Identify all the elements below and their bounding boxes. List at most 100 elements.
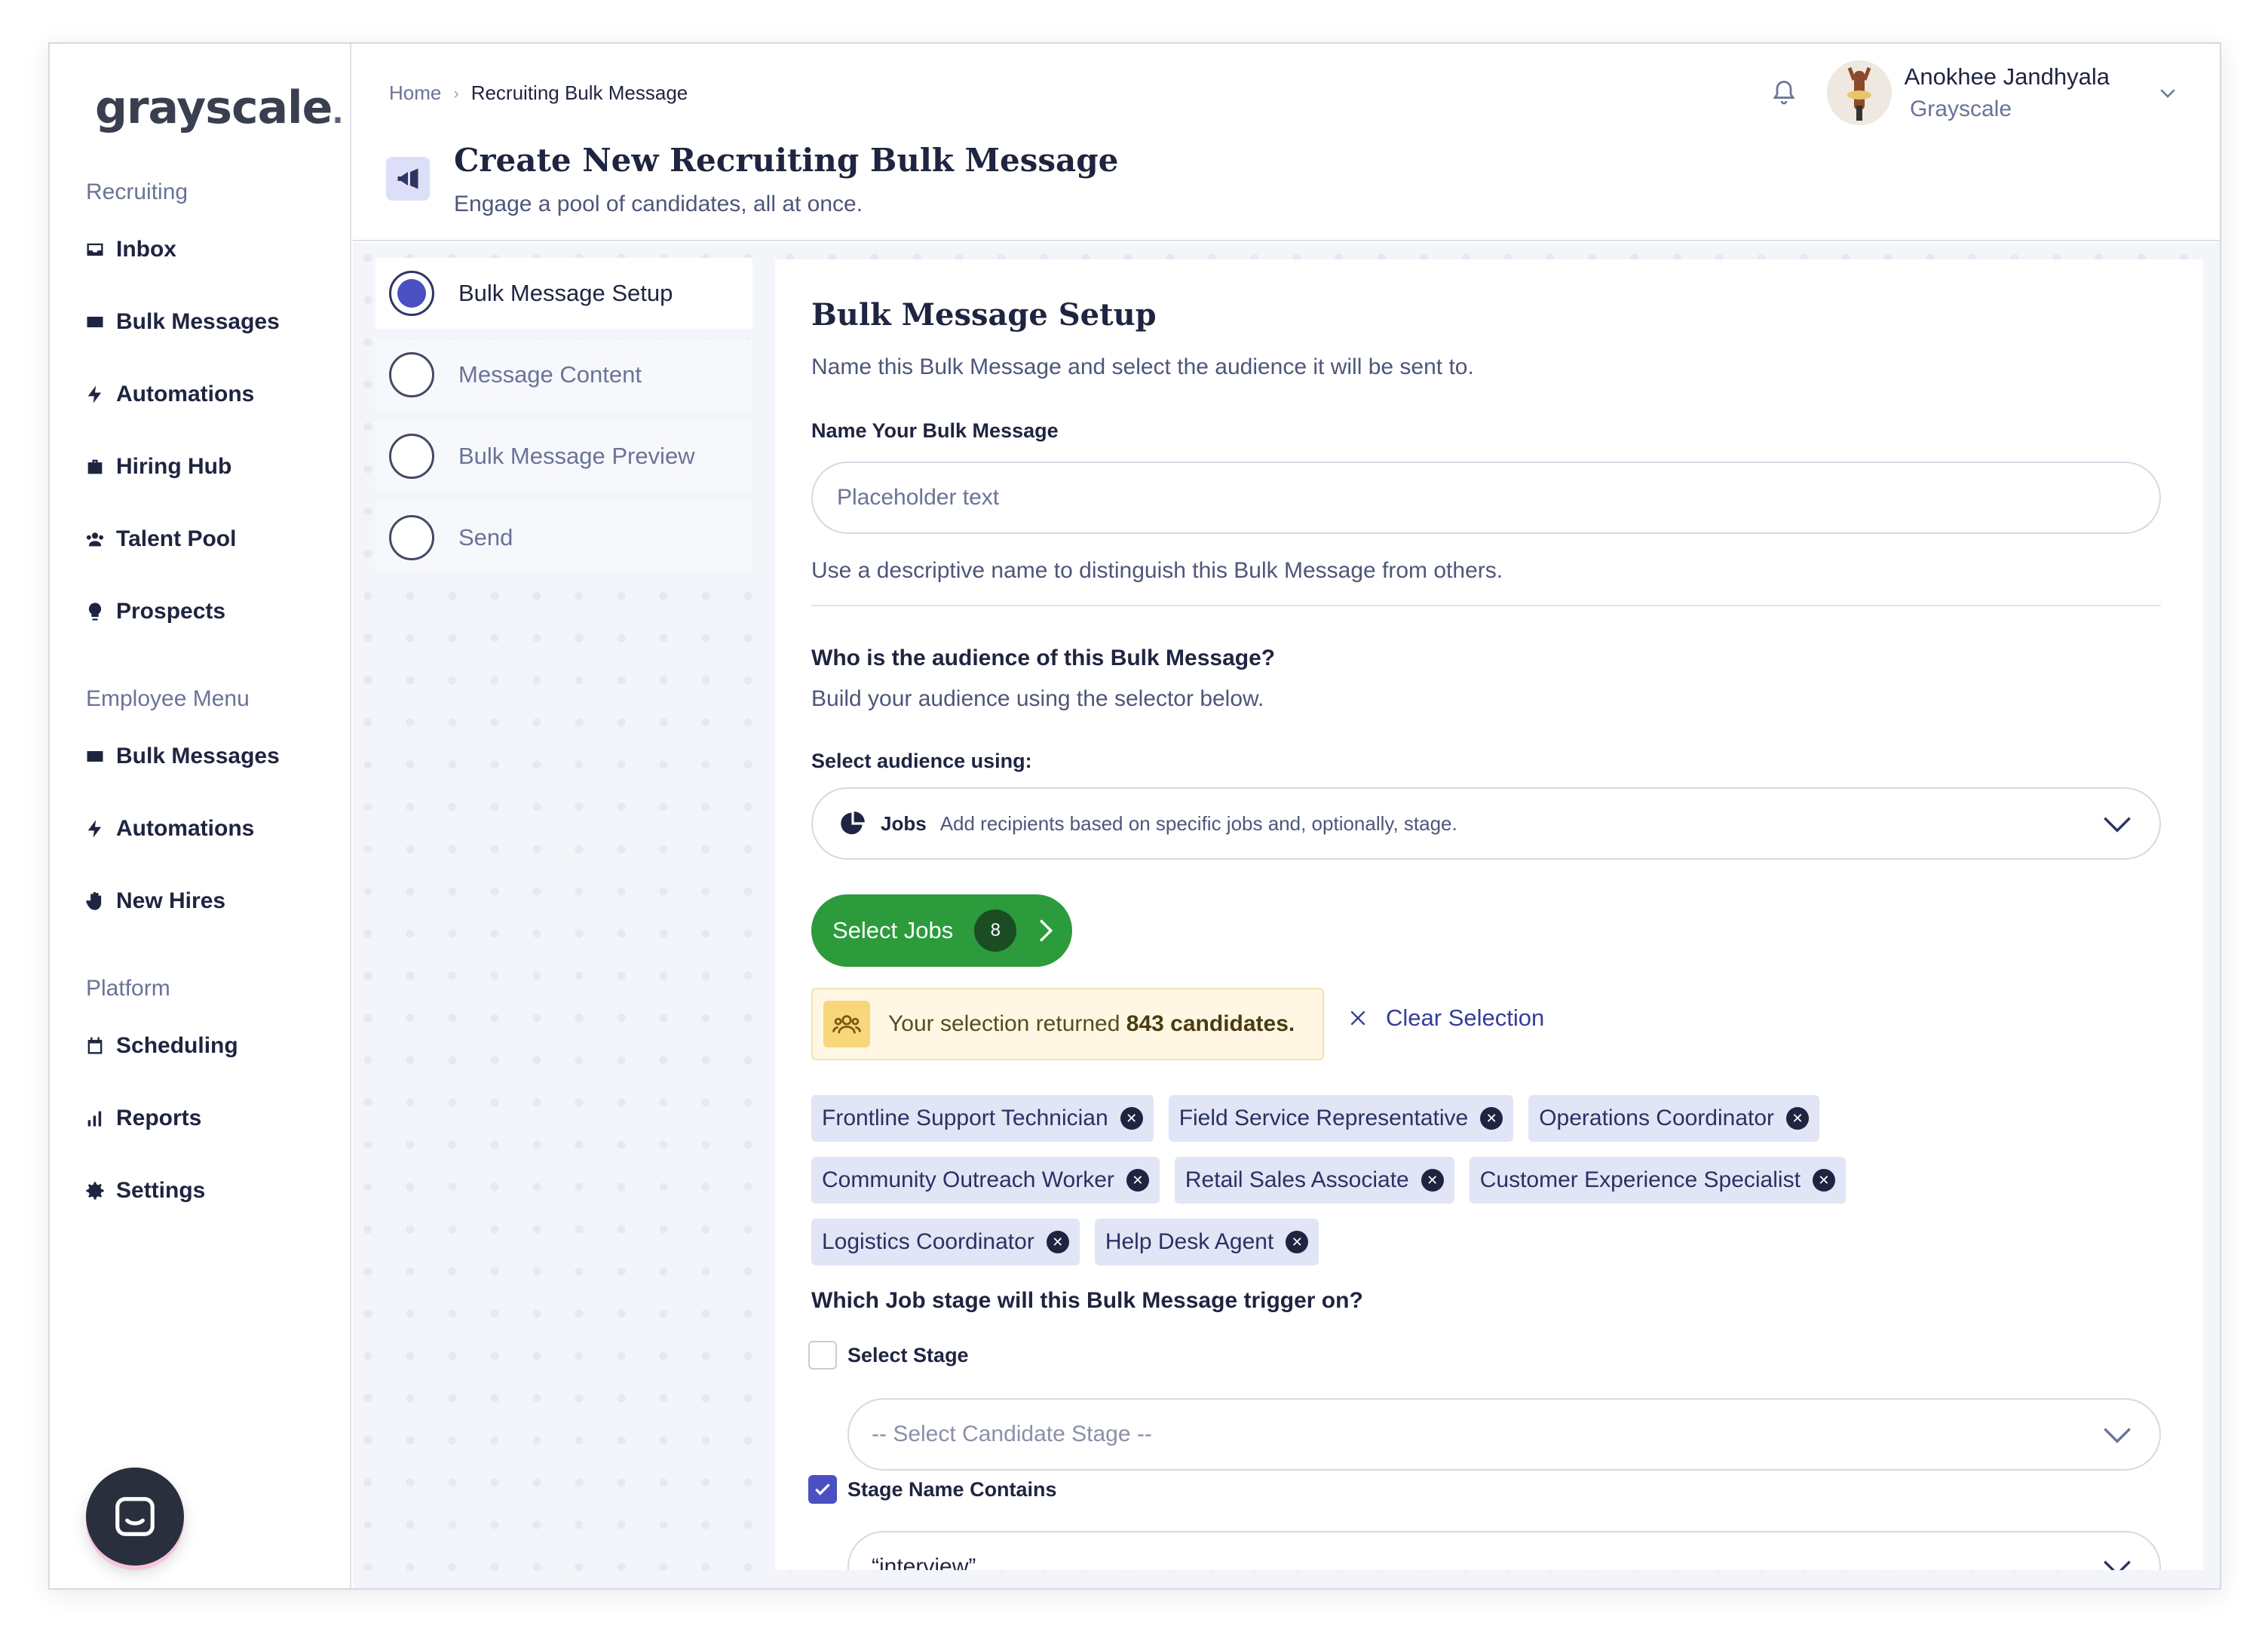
- stage-name-contains-value: “interview”: [872, 1554, 976, 1570]
- gear-icon: [86, 1182, 104, 1200]
- step-send[interactable]: Send: [375, 502, 752, 573]
- chat-launcher-button[interactable]: [86, 1468, 184, 1566]
- breadcrumb-home-link[interactable]: Home: [389, 81, 441, 105]
- sidebar-item-settings[interactable]: Settings: [84, 1178, 205, 1204]
- job-chip: Retail Sales Associate ✕: [1174, 1157, 1454, 1204]
- users-icon: [823, 1001, 870, 1047]
- remove-chip-icon[interactable]: ✕: [1286, 1231, 1309, 1253]
- step-bulk-message-preview[interactable]: Bulk Message Preview: [375, 421, 752, 492]
- stage-name-contains-checkbox-row[interactable]: Stage Name Contains: [808, 1475, 1057, 1504]
- bulk-messages-icon: [87, 317, 103, 327]
- sidebar-item-bulk-messages[interactable]: Bulk Messages: [84, 309, 280, 335]
- panel-title: Bulk Message Setup: [811, 297, 1157, 333]
- chevron-right-icon: [1040, 919, 1053, 942]
- job-chip: Frontline Support Technician ✕: [811, 1095, 1154, 1142]
- job-chip: Operations Coordinator ✕: [1528, 1095, 1820, 1142]
- audience-select-value: Jobs: [881, 811, 927, 835]
- clear-selection-label: Clear Selection: [1386, 1004, 1545, 1031]
- step-indicator-active: [389, 271, 434, 316]
- sidebar-item-new-hires[interactable]: New Hires: [84, 888, 225, 914]
- clear-selection-button[interactable]: Clear Selection: [1348, 1004, 1544, 1032]
- stage-name-contains-select[interactable]: “interview”: [847, 1531, 2161, 1570]
- divider: [811, 605, 2161, 606]
- step-bulk-message-setup[interactable]: Bulk Message Setup: [375, 258, 752, 329]
- audience-select-description: Add recipients based on specific jobs an…: [939, 811, 1457, 835]
- sidebar-item-employee-automations[interactable]: Automations: [84, 816, 254, 842]
- sidebar-item-label: Settings: [116, 1178, 206, 1203]
- remove-chip-icon[interactable]: ✕: [1046, 1231, 1069, 1253]
- remove-chip-icon[interactable]: ✕: [1126, 1169, 1149, 1192]
- sidebar-item-inbox[interactable]: Inbox: [84, 237, 176, 262]
- step-indicator: [389, 515, 434, 560]
- result-count: 843 candidates.: [1126, 1011, 1295, 1036]
- sidebar-item-talent-pool[interactable]: Talent Pool: [84, 526, 236, 552]
- stage-name-contains-checkbox[interactable]: [808, 1475, 837, 1504]
- sidebar-item-employee-bulk-messages[interactable]: Bulk Messages: [84, 744, 280, 769]
- avatar[interactable]: [1827, 60, 1892, 125]
- chevron-down-icon: [2102, 1557, 2132, 1570]
- breadcrumb-current: Recruiting Bulk Message: [470, 81, 688, 104]
- logo: grayscale.: [95, 81, 344, 134]
- trigger-question: Which Job stage will this Bulk Message t…: [811, 1288, 1363, 1313]
- audience-question: Who is the audience of this Bulk Message…: [811, 646, 1276, 670]
- calendar-icon: [87, 1037, 103, 1054]
- sidebar-item-hiring-hub[interactable]: Hiring Hub: [84, 454, 231, 480]
- remove-chip-icon[interactable]: ✕: [1480, 1107, 1503, 1130]
- sidebar-item-reports[interactable]: Reports: [84, 1106, 201, 1131]
- sidebar-item-prospects[interactable]: Prospects: [84, 599, 225, 624]
- close-icon: [1350, 1011, 1365, 1026]
- remove-chip-icon[interactable]: ✕: [1421, 1169, 1444, 1192]
- user-name: Anokhee Jandhyala: [1904, 63, 2110, 90]
- job-chip-label: Logistics Coordinator: [822, 1229, 1034, 1254]
- bell-icon[interactable]: [1770, 77, 1798, 111]
- sidebar-item-label: Prospects: [116, 599, 226, 624]
- job-chip-label: Frontline Support Technician: [822, 1106, 1108, 1130]
- sidebar-item-label: Bulk Messages: [116, 744, 280, 768]
- chevron-down-icon[interactable]: [2156, 81, 2179, 108]
- sidebar-item-label: Talent Pool: [116, 526, 237, 551]
- select-jobs-button[interactable]: Select Jobs 8: [811, 894, 1072, 967]
- candidate-stage-placeholder: -- Select Candidate Stage --: [872, 1422, 1152, 1446]
- breadcrumb: Home › Recruiting Bulk Message: [389, 81, 688, 105]
- chevron-down-icon: [2102, 813, 2132, 839]
- stepper: Bulk Message Setup Message Content Bulk …: [375, 258, 752, 584]
- chevron-down-icon: [2102, 1424, 2132, 1452]
- job-chip-label: Community Outreach Worker: [822, 1167, 1114, 1192]
- lightning-icon: [87, 820, 102, 838]
- sidebar-item-label: Scheduling: [116, 1033, 238, 1058]
- name-label: Name Your Bulk Message: [811, 419, 1059, 442]
- remove-chip-icon[interactable]: ✕: [1786, 1107, 1810, 1130]
- select-stage-checkbox[interactable]: [808, 1341, 837, 1369]
- audience-select[interactable]: Jobs Add recipients based on specific jo…: [811, 787, 2161, 860]
- remove-chip-icon[interactable]: ✕: [1812, 1169, 1835, 1192]
- select-stage-checkbox-row[interactable]: Select Stage: [808, 1341, 969, 1369]
- sidebar-item-scheduling[interactable]: Scheduling: [84, 1033, 238, 1059]
- sidebar-item-label: New Hires: [116, 888, 226, 913]
- users-icon: [86, 532, 104, 547]
- name-hint: Use a descriptive name to distinguish th…: [811, 558, 1503, 583]
- page-header: Home › Recruiting Bulk Message Create Ne…: [353, 44, 2220, 241]
- bulk-messages-icon: [87, 751, 103, 762]
- step-message-content[interactable]: Message Content: [375, 339, 752, 410]
- inbox-icon: [87, 243, 103, 256]
- select-stage-label: Select Stage: [847, 1343, 969, 1366]
- step-label: Send: [458, 524, 513, 551]
- sidebar-item-label: Automations: [116, 816, 255, 841]
- logo-text: grayscale: [95, 81, 333, 134]
- step-indicator: [389, 352, 434, 397]
- candidate-stage-select[interactable]: -- Select Candidate Stage --: [847, 1398, 2161, 1471]
- job-chip-label: Field Service Representative: [1178, 1106, 1469, 1130]
- audience-subtitle: Build your audience using the selector b…: [811, 686, 1264, 711]
- step-label: Message Content: [458, 361, 642, 388]
- nav-section-platform: Platform: [86, 976, 170, 1001]
- selected-jobs-count-badge: 8: [974, 909, 1017, 952]
- app-window: grayscale. Recruiting Inbox Bulk Message…: [48, 42, 2221, 1590]
- sidebar-item-automations[interactable]: Automations: [84, 382, 254, 407]
- job-chip-label: Retail Sales Associate: [1185, 1167, 1409, 1192]
- remove-chip-icon[interactable]: ✕: [1120, 1107, 1143, 1130]
- bulk-message-name-input[interactable]: [811, 462, 2161, 534]
- job-chip-label: Operations Coordinator: [1539, 1106, 1775, 1130]
- job-chip: Help Desk Agent ✕: [1094, 1219, 1319, 1265]
- job-chip: Customer Experience Specialist ✕: [1469, 1157, 1846, 1204]
- step-label: Bulk Message Preview: [458, 443, 695, 469]
